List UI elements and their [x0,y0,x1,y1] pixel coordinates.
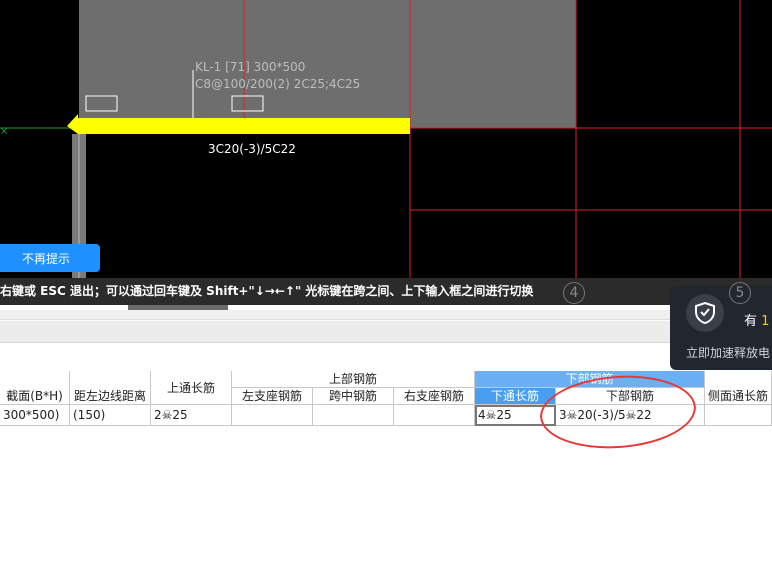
cell-side-through[interactable] [705,405,772,426]
popup-title: 有 1 [744,310,769,329]
header-top-rebar-group: 上部钢筋 [232,371,475,388]
cell-bottom-rebar[interactable]: 3☠20(-3)/5☠22 [556,405,705,426]
header-side-through: 侧面通长筋 [705,371,772,405]
header-edge-distance: 距左边线距离 [70,371,151,405]
cell-mid-span[interactable] [313,405,394,426]
beam-region-right [410,0,576,128]
header-bottom-rebar: 下部钢筋 [556,388,705,405]
cell-section[interactable]: 300*500) [0,405,70,426]
bottom-rebar-label: 3C20(-3)/5C22 [208,142,296,156]
cad-viewport[interactable]: × KL-1 [71] 300*500 C8@100/200(2) 2C25;4… [0,0,772,305]
hint-bar: 右键或 ESC 退出；可以通过回车键及 Shift+"↓→←↑" 光标键在跨之间… [0,278,772,305]
popup-title-prefix: 有 [744,314,758,329]
cad-drawing: × [0,0,772,290]
cell-left-support[interactable] [232,405,313,426]
selected-beam[interactable] [78,118,410,134]
popup-title-count: 1 [761,314,770,329]
shield-check-icon [686,294,724,332]
cell-top-through[interactable]: 2☠25 [151,405,232,426]
axis-number: 5 [729,282,751,304]
svg-text:×: × [0,126,8,137]
beam-name-label: KL-1 [71] 300*500 [195,60,306,74]
panel-toolbar [0,310,670,320]
header-mid-span: 跨中钢筋 [313,388,394,405]
header-section: 截面(B*H) [0,371,70,405]
popup-subtitle[interactable]: 立即加速释放电 [686,344,770,361]
header-right-support: 右支座钢筋 [394,388,475,405]
header-left-support: 左支座钢筋 [232,388,313,405]
panel-tabbar [0,321,670,343]
no-remind-button[interactable]: 不再提示 [0,244,100,272]
security-popup[interactable]: 有 1 立即加速释放电 [670,286,772,370]
beam-arrow [67,114,78,134]
beam-stirrup-label: C8@100/200(2) 2C25;4C25 [195,77,361,91]
cell-bottom-through[interactable]: 4☠25 [475,405,556,426]
cell-right-support[interactable] [394,405,475,426]
axis-number: 4 [563,282,585,304]
cell-edge-distance[interactable]: (150) [70,405,151,426]
header-bottom-through: 下通长筋 [475,388,556,405]
header-bottom-rebar-group: 下部钢筋 [475,371,705,388]
header-top-through: 上通长筋 [151,371,232,405]
hint-text: 右键或 ESC 退出；可以通过回车键及 Shift+"↓→←↑" 光标键在跨之间… [0,284,534,298]
